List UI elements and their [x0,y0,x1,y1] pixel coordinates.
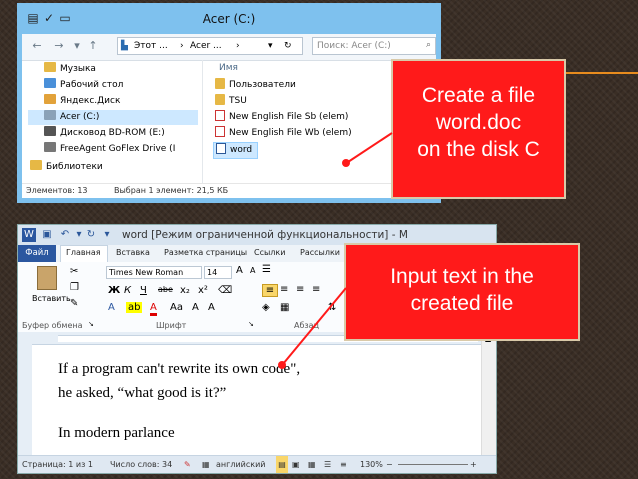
pointer-dot-create [342,159,350,167]
pointer-line-input [282,287,347,365]
pointer-line-create [347,132,393,163]
pointer-dot-input [278,361,286,369]
pointer-lines [278,132,393,369]
